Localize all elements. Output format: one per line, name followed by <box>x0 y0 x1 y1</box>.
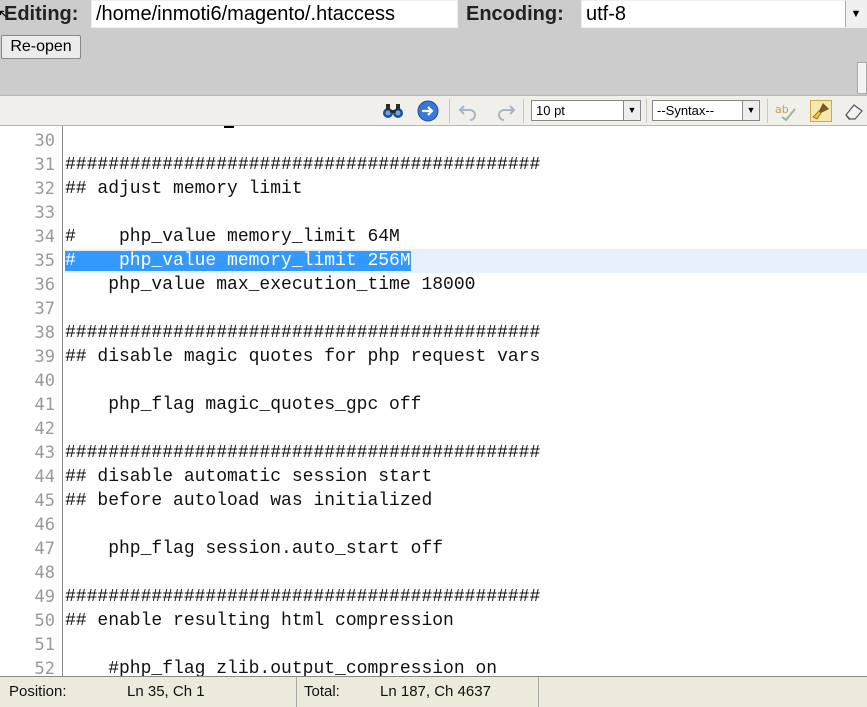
chevron-down-icon[interactable]: ▼ <box>845 1 866 27</box>
spellcheck-icon[interactable]: ab <box>774 100 796 122</box>
total-label: Total: <box>304 683 340 700</box>
undo-icon[interactable] <box>457 100 479 122</box>
code-line[interactable]: ########################################… <box>65 585 867 609</box>
file-path-field[interactable]: /home/inmoti6/magento/.htaccess <box>91 0 458 28</box>
code-line[interactable] <box>65 201 867 225</box>
line-number: 36 <box>34 275 55 295</box>
font-size-select[interactable]: 10 pt ▼ <box>531 100 641 121</box>
encoding-value: utf-8 <box>586 3 627 25</box>
toolbar-separator <box>767 99 768 123</box>
find-icon[interactable] <box>382 100 404 122</box>
redo-icon[interactable] <box>495 100 517 122</box>
total-value: Ln 187, Ch 4637 <box>380 683 491 700</box>
font-size-value: 10 pt <box>536 103 565 118</box>
code-line[interactable] <box>65 417 867 441</box>
line-number: 31 <box>34 155 55 175</box>
code-line-current[interactable]: # php_value memory_limit 256M <box>65 249 867 273</box>
text-cursor <box>224 126 234 128</box>
line-number: 47 <box>34 539 55 559</box>
line-number: 37 <box>34 299 55 319</box>
encoding-select[interactable]: utf-8 ▼ <box>581 0 867 28</box>
toolbar-separator <box>449 99 450 123</box>
code-line[interactable]: ########################################… <box>65 153 867 177</box>
syntax-select[interactable]: --Syntax-- ▼ <box>652 100 760 121</box>
position-label: Position: <box>9 683 67 700</box>
code-line[interactable]: ## disable magic quotes for php request … <box>65 345 867 369</box>
line-number: 35 <box>34 251 55 271</box>
line-number: 38 <box>34 323 55 343</box>
line-number: 40 <box>34 371 55 391</box>
code-line[interactable]: #php_flag zlib.output_compression on <box>65 657 867 676</box>
syntax-value: --Syntax-- <box>657 103 715 118</box>
code-line[interactable]: ## adjust memory limit <box>65 177 867 201</box>
status-divider <box>538 677 539 707</box>
line-number: 32 <box>34 179 55 199</box>
toolbar-separator <box>646 99 647 123</box>
file-header: ↖ Editing: /home/inmoti6/magento/.htacce… <box>0 0 867 95</box>
code-line[interactable] <box>65 129 867 153</box>
goto-icon[interactable] <box>417 100 439 122</box>
reopen-button[interactable]: Re-open <box>1 35 81 59</box>
code-line[interactable]: ########################################… <box>65 321 867 345</box>
eraser-icon[interactable] <box>843 100 865 122</box>
line-number: 42 <box>34 419 55 439</box>
editor-toolbar: 10 pt ▼ --Syntax-- ▼ ab <box>0 95 867 126</box>
code-line[interactable] <box>65 633 867 657</box>
code-editor[interactable]: 30 31 32 33 34 35 36 37 38 39 40 41 42 43 44 45 46 47 48 49… <box>0 126 867 676</box>
code-line[interactable] <box>65 561 867 585</box>
status-bar: Position: Ln 35, Ch 1 Total: Ln 187, Ch … <box>0 676 867 707</box>
line-number: 44 <box>34 467 55 487</box>
code-line[interactable]: # php_value memory_limit 64M <box>65 225 867 249</box>
line-number: 46 <box>34 515 55 535</box>
line-number: 49 <box>34 587 55 607</box>
code-line[interactable] <box>65 513 867 537</box>
selected-text[interactable]: # php_value memory_limit 256M <box>65 251 411 271</box>
code-line[interactable]: php_value max_execution_time 18000 <box>65 273 867 297</box>
line-number: 51 <box>34 635 55 655</box>
code-line[interactable] <box>65 297 867 321</box>
line-number: 43 <box>34 443 55 463</box>
code-line[interactable]: ## disable automatic session start <box>65 465 867 489</box>
status-divider <box>296 677 297 707</box>
code-line[interactable]: php_flag magic_quotes_gpc off <box>65 393 867 417</box>
line-number: 39 <box>34 347 55 367</box>
highlight-brush-icon[interactable] <box>810 100 832 122</box>
line-number: 33 <box>34 203 55 223</box>
code-line[interactable]: php_flag session.auto_start off <box>65 537 867 561</box>
line-number: 34 <box>34 227 55 247</box>
line-number: 45 <box>34 491 55 511</box>
encoding-label: Encoding: <box>466 3 564 25</box>
line-number: 50 <box>34 611 55 631</box>
editing-label: Editing: <box>4 3 79 25</box>
position-value: Ln 35, Ch 1 <box>127 683 205 700</box>
toolbar-separator <box>523 99 524 123</box>
code-line[interactable]: ## before autoload was initialized <box>65 489 867 513</box>
line-number: 30 <box>34 131 55 151</box>
chevron-down-icon[interactable]: ▼ <box>623 101 640 120</box>
line-number: 41 <box>34 395 55 415</box>
code-line[interactable]: ## enable resulting html compression <box>65 609 867 633</box>
line-number-gutter: 30 31 32 33 34 35 36 37 38 39 40 41 42 43 44 45 46 47 48 49… <box>0 126 63 676</box>
chevron-down-icon[interactable]: ▼ <box>742 101 759 120</box>
code-line[interactable] <box>65 369 867 393</box>
scrollbar[interactable] <box>857 62 867 94</box>
code-line[interactable]: ########################################… <box>65 441 867 465</box>
line-number: 48 <box>34 563 55 583</box>
svg-text:ab: ab <box>775 103 789 116</box>
line-number: 52 <box>34 659 55 676</box>
